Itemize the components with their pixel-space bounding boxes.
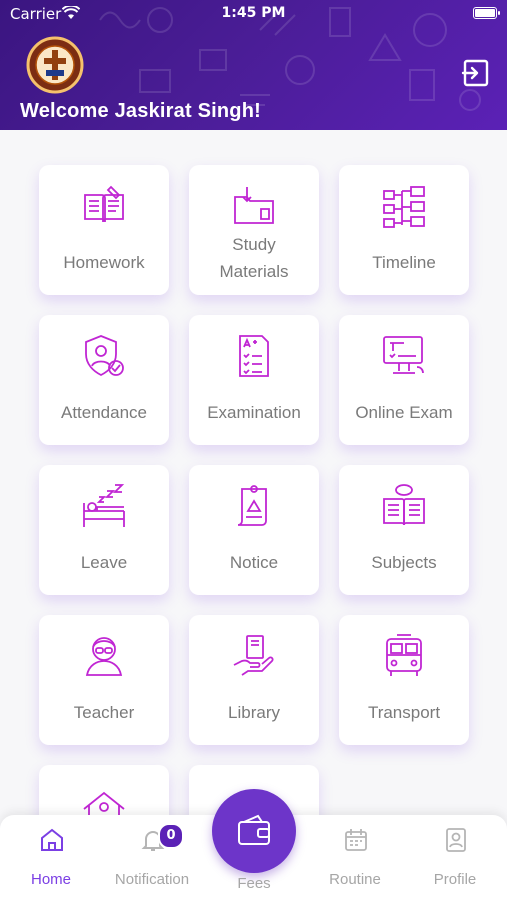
menu-label: Study Materials — [219, 235, 289, 281]
notice-icon — [237, 485, 267, 526]
menu-tile-library[interactable]: Library — [189, 615, 319, 745]
study-materials-icon — [234, 187, 274, 224]
menu-tile-examination[interactable]: Examination — [189, 315, 319, 445]
nav-notification[interactable]: 0 Notification — [102, 815, 202, 900]
menu-tile-study-materials[interactable]: Study Materials — [189, 165, 319, 295]
subjects-icon — [383, 484, 425, 526]
leave-icon — [83, 484, 125, 527]
status-bar: Carrier 1:45 PM — [0, 0, 507, 28]
examination-icon — [239, 335, 269, 377]
nav-home[interactable]: Home — [1, 815, 101, 900]
nav-routine[interactable]: Routine — [305, 815, 405, 900]
home-icon — [41, 828, 63, 851]
nav-profile[interactable]: Profile — [405, 815, 505, 900]
timeline-icon — [383, 186, 425, 228]
menu-tile-transport[interactable]: Transport — [339, 615, 469, 745]
nav-label-routine: Routine — [329, 871, 381, 888]
teacher-icon — [85, 637, 123, 676]
menu-tile-notice[interactable]: Notice — [189, 465, 319, 595]
menu-label: Timeline — [372, 253, 436, 272]
menu-tile-timeline[interactable]: Timeline — [339, 165, 469, 295]
menu-tile-teacher[interactable]: Teacher — [39, 615, 169, 745]
menu-label: Online Exam — [355, 403, 453, 422]
library-icon — [233, 635, 274, 676]
wallet-icon — [238, 814, 270, 845]
menu-label: Subjects — [371, 553, 437, 572]
fees-button[interactable] — [212, 789, 296, 873]
menu-label: Homework — [63, 253, 145, 272]
welcome-message: Welcome Jaskirat Singh! — [20, 100, 261, 122]
transport-icon — [386, 634, 422, 676]
app-header: Carrier 1:45 PM Welcome Jaskirat Singh! — [0, 0, 507, 130]
menu-label: Transport — [367, 703, 441, 722]
nav-label-profile: Profile — [433, 871, 477, 888]
status-time: 1:45 PM — [221, 5, 286, 21]
menu-tile-attendance[interactable]: Attendance — [39, 315, 169, 445]
logout-icon[interactable] — [461, 58, 491, 88]
school-crest-icon — [26, 36, 84, 94]
menu-label: Library — [228, 703, 280, 722]
menu-tile-subjects[interactable]: Subjects — [339, 465, 469, 595]
attendance-icon — [85, 335, 124, 377]
menu-label: Teacher — [73, 703, 135, 722]
notification-badge: 0 — [158, 823, 184, 849]
menu-label: Attendance — [60, 403, 147, 422]
menu-tile-online-exam[interactable]: Online Exam — [339, 315, 469, 445]
nav-label-home: Home — [30, 871, 71, 888]
routine-icon — [345, 829, 367, 851]
menu-tile-homework[interactable]: Homework — [39, 165, 169, 295]
online-exam-icon — [383, 336, 424, 374]
menu-tile-leave[interactable]: Leave — [39, 465, 169, 595]
nav-label-fees: Fees — [237, 875, 271, 892]
menu-label: Examination — [207, 403, 301, 422]
homework-icon — [84, 185, 124, 223]
profile-icon — [446, 828, 466, 852]
battery-icon — [473, 7, 500, 19]
menu-label: Leave — [80, 553, 128, 572]
menu-label: Notice — [229, 553, 279, 572]
nav-label-notification: Notification — [114, 871, 190, 888]
